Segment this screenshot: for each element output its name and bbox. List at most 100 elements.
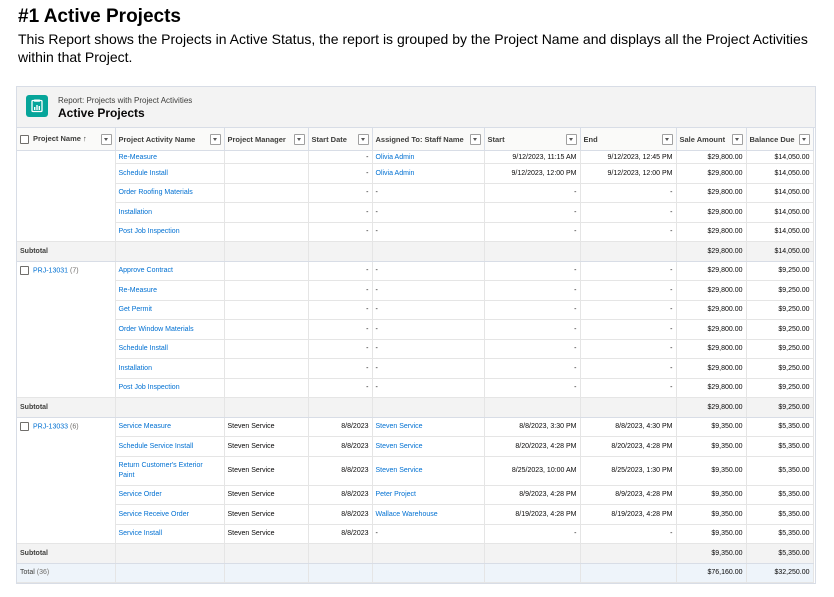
report-icon: [26, 95, 48, 117]
staff-name-link[interactable]: Peter Project: [372, 485, 485, 505]
table-row: Schedule Install - - - - $29,800.00 $9,250.00: [17, 339, 814, 359]
column-menu-icon[interactable]: [798, 134, 810, 145]
project-manager-cell: [224, 378, 309, 398]
start-date-cell: -: [308, 319, 373, 340]
subtotal-empty-cell: [580, 241, 677, 262]
report-subtitle: Report: Projects with Project Activities: [58, 96, 193, 105]
table-row: Order Window Materials - - - - $29,800.00 $9,2…: [17, 319, 814, 340]
start-date-cell: -: [308, 378, 373, 398]
sort-ascending-icon[interactable]: ↑: [83, 134, 87, 143]
activity-name-link[interactable]: Schedule Install: [115, 163, 225, 184]
balance-due-cell: $9,250.00: [746, 261, 814, 281]
column-menu-icon[interactable]: [469, 134, 481, 145]
column-header-sale-amount[interactable]: Sale Amount: [676, 128, 747, 151]
start-date-cell: 8/8/2023: [308, 524, 373, 544]
start-date-cell: 8/8/2023: [308, 485, 373, 505]
column-header-start-date[interactable]: Start Date: [308, 128, 373, 151]
column-menu-icon[interactable]: [565, 134, 577, 145]
group-checkbox[interactable]: [20, 421, 29, 431]
column-header-project-manager[interactable]: Project Manager: [224, 128, 309, 151]
start-date-cell: -: [308, 222, 373, 242]
balance-due-cell: $9,250.00: [746, 339, 814, 359]
column-header-staff-name[interactable]: Assigned To: Staff Name: [372, 128, 485, 151]
balance-due-cell: $9,250.00: [746, 378, 814, 398]
table-row: Service Install Steven Service 8/8/2023- - -…: [17, 524, 814, 544]
activity-name-link[interactable]: Installation: [115, 202, 225, 223]
balance-due-cell: $5,350.00: [746, 436, 814, 457]
sale-amount-cell: $29,800.00: [676, 378, 747, 398]
sale-amount-cell: $29,800.00: [676, 280, 747, 301]
end-cell: 8/20/2023, 4:28 PM: [580, 436, 677, 457]
sale-amount-cell: $29,800.00: [676, 300, 747, 320]
start-cell: -: [484, 261, 581, 281]
end-cell: 8/19/2023, 4:28 PM: [580, 504, 677, 525]
project-manager-cell: Steven Service: [224, 524, 309, 544]
table-row: Order Roofing Materials - - - - $29,800.00 $14…: [17, 183, 814, 203]
activity-name-link[interactable]: Return Customer's Exterior Paint: [115, 456, 225, 486]
staff-name-link: -: [372, 378, 485, 398]
subtotal-sale-value: $9,350.00: [676, 543, 747, 564]
activity-name-link[interactable]: Post Job Inspection: [115, 222, 225, 242]
report-body: Re-Measure - Olivia Admin 9/12/2023, 11:15 …: [17, 150, 814, 583]
balance-due-cell: $14,050.00: [746, 163, 814, 184]
start-cell: 8/25/2023, 10:00 AM: [484, 456, 581, 486]
staff-name-link[interactable]: Wallace Warehouse: [372, 504, 485, 525]
start-cell: -: [484, 358, 581, 379]
activity-name-link[interactable]: Schedule Install: [115, 339, 225, 359]
activity-name-link[interactable]: Get Permit: [115, 300, 225, 320]
total-empty-cell: [308, 562, 373, 583]
activity-name-link[interactable]: Service Measure: [115, 417, 225, 437]
select-all-checkbox[interactable]: [20, 134, 29, 144]
subtotal-sale-value: $29,800.00: [676, 241, 747, 262]
project-name-link[interactable]: PRJ-13031: [33, 267, 68, 274]
staff-name-link[interactable]: Olivia Admin: [372, 163, 485, 184]
end-cell: -: [580, 319, 677, 340]
activity-name-link[interactable]: Post Job Inspection: [115, 378, 225, 398]
activity-name-link[interactable]: Installation: [115, 358, 225, 379]
balance-due-cell: $14,050.00: [746, 150, 814, 164]
activity-name-link[interactable]: Order Roofing Materials: [115, 183, 225, 203]
activity-name-link[interactable]: Service Receive Order: [115, 504, 225, 525]
staff-name-link[interactable]: Steven Service: [372, 456, 485, 486]
project-name-link[interactable]: PRJ-13033: [33, 423, 68, 430]
column-header-project-name[interactable]: Project Name ↑: [17, 128, 116, 151]
activity-name-link[interactable]: Re-Measure: [115, 280, 225, 301]
subtotal-empty-cell: [308, 241, 373, 262]
activity-name-link[interactable]: Re-Measure: [115, 150, 225, 164]
end-cell: -: [580, 222, 677, 242]
column-menu-icon[interactable]: [209, 134, 221, 145]
activity-name-link[interactable]: Schedule Service Install: [115, 436, 225, 457]
column-header-start[interactable]: Start: [484, 128, 581, 151]
staff-name-link[interactable]: Olivia Admin: [372, 150, 485, 164]
activity-name-link[interactable]: Service Install: [115, 524, 225, 544]
start-date-cell: -: [308, 339, 373, 359]
end-cell: -: [580, 358, 677, 379]
column-header-activity-name[interactable]: Project Activity Name: [115, 128, 225, 151]
start-date-cell: -: [308, 163, 373, 184]
start-date-cell: -: [308, 183, 373, 203]
column-menu-icon[interactable]: [661, 134, 673, 145]
group-checkbox[interactable]: [20, 265, 29, 275]
staff-name-link[interactable]: Steven Service: [372, 417, 485, 437]
balance-due-cell: $14,050.00: [746, 202, 814, 223]
column-header-balance-due[interactable]: Balance Due: [746, 128, 814, 151]
column-menu-icon[interactable]: [731, 134, 743, 145]
staff-name-link[interactable]: Steven Service: [372, 436, 485, 457]
table-row: Get Permit - - - - $29,800.00 $9,250.00: [17, 300, 814, 320]
activity-name-link[interactable]: Approve Contract: [115, 261, 225, 281]
subtotal-empty-cell: [115, 543, 225, 564]
staff-name-link: -: [372, 358, 485, 379]
column-header-end[interactable]: End: [580, 128, 677, 151]
sale-amount-cell: $9,350.00: [676, 417, 747, 437]
column-menu-icon[interactable]: [100, 134, 112, 145]
activity-name-link[interactable]: Order Window Materials: [115, 319, 225, 340]
end-cell: -: [580, 202, 677, 223]
project-manager-cell: Steven Service: [224, 504, 309, 525]
project-manager-cell: [224, 319, 309, 340]
column-menu-icon[interactable]: [357, 134, 369, 145]
column-menu-icon[interactable]: [293, 134, 305, 145]
subtotal-empty-cell: [372, 397, 485, 418]
activity-name-link[interactable]: Service Order: [115, 485, 225, 505]
total-empty-cell: [224, 562, 309, 583]
end-cell: -: [580, 280, 677, 301]
